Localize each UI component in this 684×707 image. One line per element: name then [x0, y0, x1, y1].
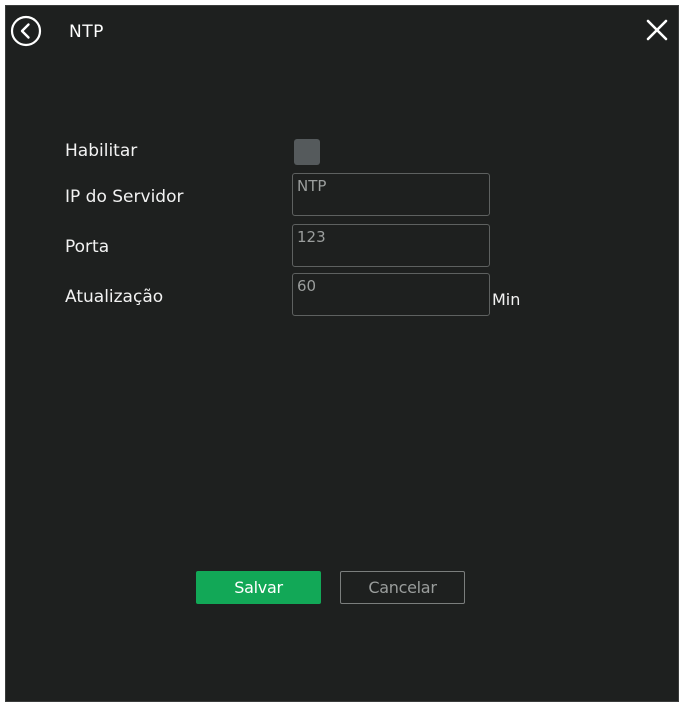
- server-ip-label: IP do Servidor: [65, 187, 184, 207]
- close-icon: [646, 19, 668, 41]
- save-button[interactable]: Salvar: [196, 571, 321, 604]
- enable-label: Habilitar: [65, 141, 138, 161]
- port-input[interactable]: [292, 224, 490, 267]
- enable-checkbox[interactable]: [294, 139, 320, 165]
- update-interval-label: Atualização: [65, 287, 164, 307]
- ntp-dialog: NTP Habilitar IP do Servidor Porta Atual…: [5, 5, 679, 702]
- back-button[interactable]: [10, 15, 42, 47]
- close-button[interactable]: [645, 18, 669, 42]
- cancel-button[interactable]: Cancelar: [340, 571, 465, 604]
- server-ip-input[interactable]: [292, 173, 490, 216]
- update-interval-input[interactable]: [292, 273, 490, 316]
- chevron-left-circle-icon: [10, 15, 42, 47]
- update-unit-label: Min: [492, 290, 521, 309]
- port-label: Porta: [65, 237, 110, 257]
- dialog-title: NTP: [69, 22, 104, 42]
